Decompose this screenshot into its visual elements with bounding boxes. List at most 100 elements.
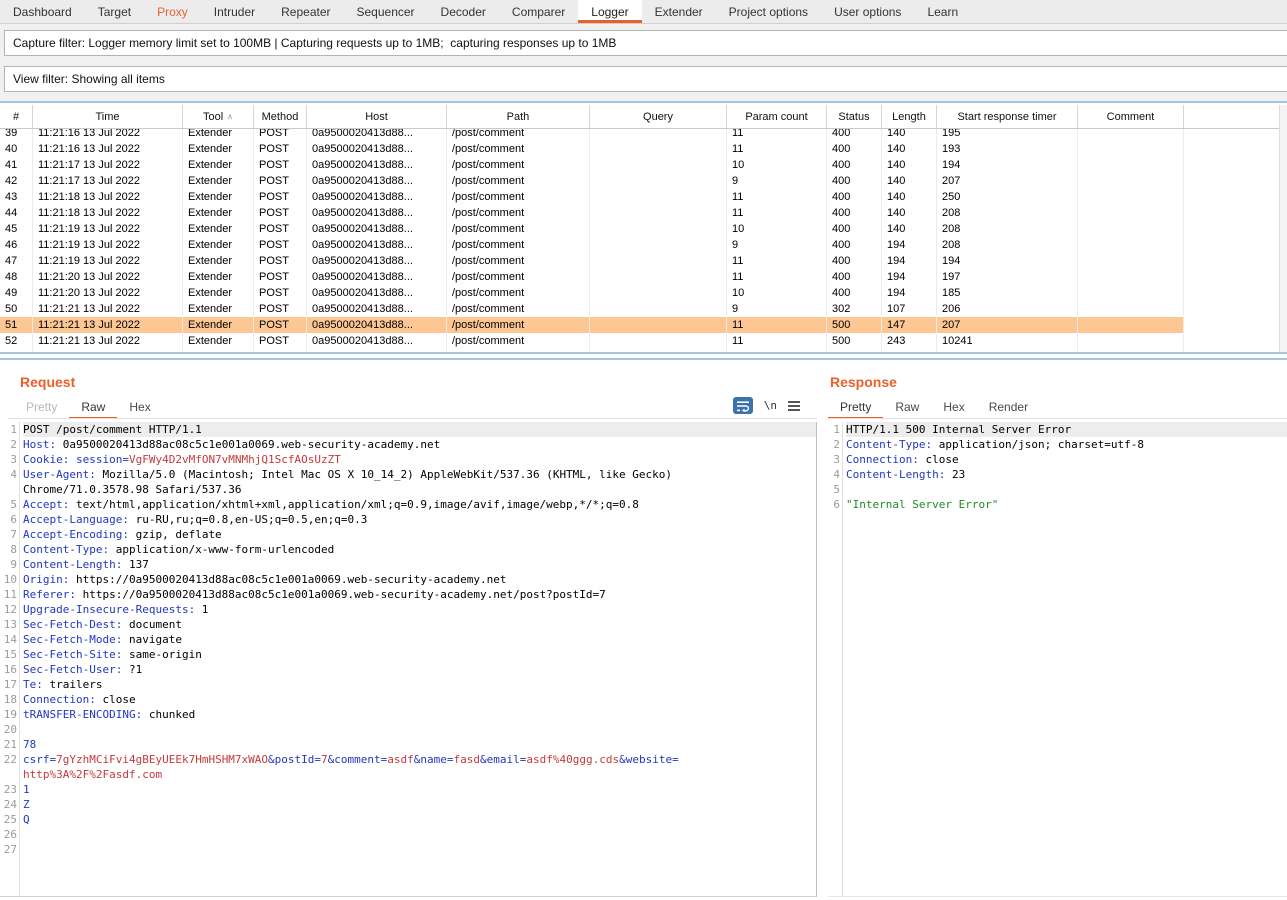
column-header-start-response-timer[interactable]: Start response timer	[937, 105, 1078, 128]
cell-host: 0a9500020413d88...	[307, 333, 447, 349]
column-header-[interactable]: #	[0, 105, 33, 128]
log-row-41[interactable]: 4111:21:17 13 Jul 2022ExtenderPOST0a9500…	[0, 157, 1184, 173]
cell-length: 140	[882, 141, 937, 157]
cell-status: 400	[827, 141, 882, 157]
response-tab-pretty[interactable]: Pretty	[828, 398, 883, 419]
wrap-lines-glyph	[736, 400, 750, 412]
column-header-tool[interactable]: Tool∧	[183, 105, 254, 128]
log-row-43[interactable]: 4311:21:18 13 Jul 2022ExtenderPOST0a9500…	[0, 189, 1184, 205]
menu-item-user-options[interactable]: User options	[821, 0, 914, 23]
menu-item-extender[interactable]: Extender	[642, 0, 716, 23]
log-row-39[interactable]: 3911:21:16 13 Jul 2022ExtenderPOST0a9500…	[0, 129, 1184, 141]
column-header-path[interactable]: Path	[447, 105, 590, 128]
cell-start-response-timer: 195	[937, 129, 1078, 141]
menu-item-sequencer[interactable]: Sequencer	[344, 0, 428, 23]
line-content: Content-Type: application/x-www-form-url…	[23, 542, 816, 557]
column-header-host[interactable]: Host	[307, 105, 447, 128]
view-filter-bar[interactable]: View filter: Showing all items	[4, 66, 1287, 92]
menu-item-repeater[interactable]: Repeater	[268, 0, 343, 23]
cell-host: 0a9500020413d88...	[307, 157, 447, 173]
column-header-query[interactable]: Query	[590, 105, 727, 128]
log-row-46[interactable]: 4611:21:19 13 Jul 2022ExtenderPOST0a9500…	[0, 237, 1184, 253]
cell-method: POST	[254, 205, 307, 221]
line-content: Q	[23, 812, 816, 827]
cell-method: POST	[254, 189, 307, 205]
column-header-status[interactable]: Status	[827, 105, 882, 128]
editor-menu-icon[interactable]	[788, 401, 800, 411]
line-content	[23, 722, 816, 737]
cell-start-response-timer: 208	[937, 237, 1078, 253]
menu-item-target[interactable]: Target	[85, 0, 144, 23]
cell-: 41	[0, 157, 33, 173]
log-row-51[interactable]: 5111:21:21 13 Jul 2022ExtenderPOST0a9500…	[0, 317, 1184, 333]
line-content	[23, 842, 816, 857]
response-tab-hex[interactable]: Hex	[931, 398, 976, 419]
editor-line: 1POST /post/comment HTTP/1.1	[0, 422, 816, 437]
menu-item-learn[interactable]: Learn	[914, 0, 971, 23]
log-row-40[interactable]: 4011:21:16 13 Jul 2022ExtenderPOST0a9500…	[0, 141, 1184, 157]
log-row-48[interactable]: 4811:21:20 13 Jul 2022ExtenderPOST0a9500…	[0, 269, 1184, 285]
log-row-47[interactable]: 4711:21:19 13 Jul 2022ExtenderPOST0a9500…	[0, 253, 1184, 269]
menu-item-proxy[interactable]: Proxy	[144, 0, 201, 23]
column-header-comment[interactable]: Comment	[1078, 105, 1184, 128]
menu-item-intruder[interactable]: Intruder	[201, 0, 268, 23]
column-header-method[interactable]: Method	[254, 105, 307, 128]
log-row-49[interactable]: 4911:21:20 13 Jul 2022ExtenderPOST0a9500…	[0, 285, 1184, 301]
cell-param-count: 9	[727, 301, 827, 317]
line-content: "Internal Server Error"	[846, 497, 1287, 512]
cell-comment	[1078, 157, 1184, 173]
burp-suite-window: DashboardTargetProxyIntruderRepeaterSequ…	[0, 0, 1287, 900]
cell-comment	[1078, 221, 1184, 237]
menu-item-project-options[interactable]: Project options	[716, 0, 821, 23]
log-row-45[interactable]: 4511:21:19 13 Jul 2022ExtenderPOST0a9500…	[0, 221, 1184, 237]
log-row-42[interactable]: 4211:21:17 13 Jul 2022ExtenderPOST0a9500…	[0, 173, 1184, 189]
column-header-length[interactable]: Length	[882, 105, 937, 128]
table-vertical-scrollbar[interactable]	[1279, 105, 1287, 354]
response-tab-render[interactable]: Render	[977, 398, 1040, 419]
menu-item-logger[interactable]: Logger	[578, 0, 641, 23]
cell-tool: Extender	[183, 221, 254, 237]
menu-item-dashboard[interactable]: Dashboard	[0, 0, 85, 23]
request-editor[interactable]: 1POST /post/comment HTTP/1.12Host: 0a950…	[0, 422, 817, 897]
cell-query	[590, 269, 727, 285]
cell-status: 400	[827, 129, 882, 141]
request-tab-hex[interactable]: Hex	[117, 398, 162, 419]
line-number: 22	[0, 752, 17, 767]
cell-host: 0a9500020413d88...	[307, 129, 447, 141]
line-number: 1	[0, 422, 17, 437]
horizontal-splitter[interactable]	[0, 352, 1287, 360]
column-header-param-count[interactable]: Param count	[727, 105, 827, 128]
column-header-time[interactable]: Time	[33, 105, 183, 128]
request-tab-pretty[interactable]: Pretty	[14, 398, 69, 419]
cell-method: POST	[254, 237, 307, 253]
editor-line: 19tRANSFER-ENCODING: chunked	[0, 707, 816, 722]
log-row-50[interactable]: 5011:21:21 13 Jul 2022ExtenderPOST0a9500…	[0, 301, 1184, 317]
cell-status: 400	[827, 269, 882, 285]
request-tab-raw[interactable]: Raw	[69, 398, 117, 419]
log-row-52[interactable]: 5211:21:21 13 Jul 2022ExtenderPOST0a9500…	[0, 333, 1184, 349]
cell-tool: Extender	[183, 301, 254, 317]
menu-item-comparer[interactable]: Comparer	[499, 0, 578, 23]
editor-line: Chrome/71.0.3578.98 Safari/537.36	[0, 482, 816, 497]
line-number: 4	[828, 467, 840, 482]
line-content: Referer: https://0a9500020413d88ac08c5c1…	[23, 587, 816, 602]
cell-query	[590, 173, 727, 189]
cell-status: 400	[827, 221, 882, 237]
line-number: 18	[0, 692, 17, 707]
cell-path: /post/comment	[447, 333, 590, 349]
cell-param-count: 11	[727, 317, 827, 333]
log-row-44[interactable]: 4411:21:18 13 Jul 2022ExtenderPOST0a9500…	[0, 205, 1184, 221]
cell-time: 11:21:18 13 Jul 2022	[33, 189, 183, 205]
newline-characters-icon[interactable]: \n	[764, 399, 777, 412]
cell-length: 140	[882, 173, 937, 189]
cell-status: 400	[827, 173, 882, 189]
request-panel: Request PrettyRawHex \n 1POST /post/comm	[0, 360, 818, 900]
response-editor[interactable]: 1HTTP/1.1 500 Internal Server Error2Cont…	[828, 422, 1287, 897]
response-tab-raw[interactable]: Raw	[883, 398, 931, 419]
cell-length: 194	[882, 237, 937, 253]
wrap-lines-icon[interactable]	[733, 397, 753, 414]
menu-item-decoder[interactable]: Decoder	[428, 0, 499, 23]
logger-table-header: #TimeTool∧MethodHostPathQueryParam count…	[0, 105, 1280, 129]
capture-filter-bar[interactable]: Capture filter: Logger memory limit set …	[4, 30, 1287, 56]
cell-time: 11:21:20 13 Jul 2022	[33, 269, 183, 285]
